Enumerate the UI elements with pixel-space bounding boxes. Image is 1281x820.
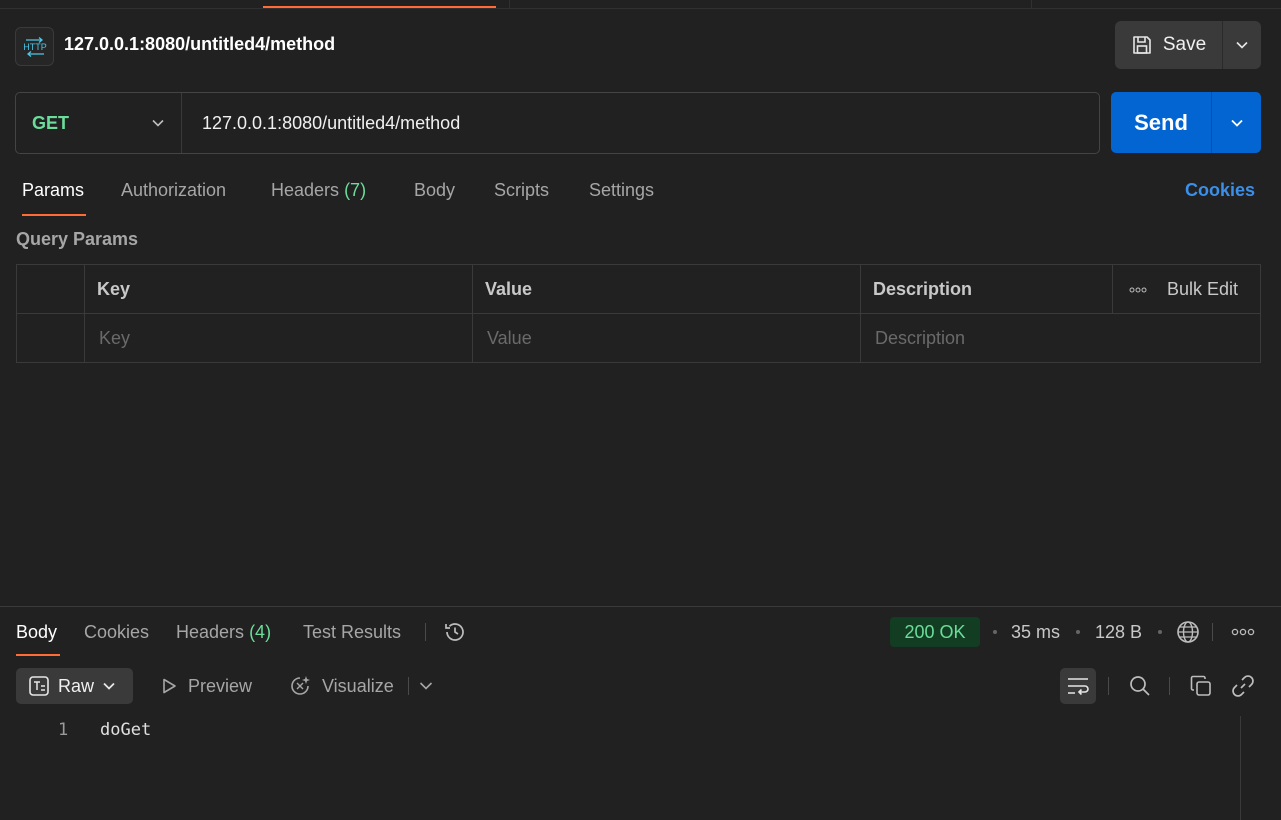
separator-dot bbox=[1158, 630, 1162, 634]
visualize-button[interactable]: Visualize bbox=[288, 668, 394, 704]
response-time[interactable]: 35 ms bbox=[1011, 622, 1060, 643]
response-tab-test-results[interactable]: Test Results bbox=[303, 622, 401, 643]
response-tab-headers-label: Headers bbox=[176, 622, 245, 642]
response-size[interactable]: 128 B bbox=[1095, 622, 1142, 643]
tab-authorization[interactable]: Authorization bbox=[121, 180, 226, 201]
send-options-dropdown[interactable] bbox=[1212, 92, 1261, 153]
cookies-link[interactable]: Cookies bbox=[1185, 180, 1255, 201]
tab-params[interactable]: Params bbox=[22, 180, 84, 201]
http-badge-text: HTTP bbox=[23, 42, 47, 52]
value-input[interactable]: Value bbox=[472, 314, 860, 363]
response-tab-body[interactable]: Body bbox=[16, 622, 57, 643]
tab-separator bbox=[1031, 0, 1032, 9]
visualize-icon bbox=[291, 676, 310, 695]
separator bbox=[1169, 677, 1170, 695]
editor-scrollbar[interactable] bbox=[1240, 716, 1241, 820]
response-tab-headers[interactable]: Headers (4) bbox=[176, 622, 271, 643]
globe-icon[interactable] bbox=[1175, 619, 1201, 645]
response-tabs: Body Cookies Headers (4) Test Results 20… bbox=[0, 607, 1281, 657]
tab-settings[interactable]: Settings bbox=[589, 180, 654, 201]
request-title[interactable]: 127.0.0.1:8080/untitled4/method bbox=[64, 34, 335, 55]
tab-body[interactable]: Body bbox=[414, 180, 455, 201]
line-number: 1 bbox=[58, 720, 69, 740]
http-request-icon: HTTP bbox=[15, 27, 54, 66]
send-button-group: Send bbox=[1111, 92, 1261, 153]
url-input[interactable]: 127.0.0.1:8080/untitled4/method bbox=[182, 113, 1099, 134]
response-body-editor[interactable]: 1 doGet bbox=[0, 716, 1240, 820]
separator bbox=[1212, 623, 1213, 641]
request-tabs: Params Authorization Headers (7) Body Sc… bbox=[0, 172, 1281, 216]
key-input[interactable]: Key bbox=[84, 314, 472, 363]
chevron-down-icon bbox=[1236, 41, 1248, 49]
response-tab-cookies[interactable]: Cookies bbox=[84, 622, 149, 643]
save-icon bbox=[1133, 36, 1151, 54]
column-header-key: Key bbox=[84, 265, 472, 314]
separator bbox=[408, 677, 409, 695]
active-tab-indicator bbox=[263, 6, 496, 8]
chevron-down-icon bbox=[103, 682, 115, 690]
format-select[interactable]: Raw bbox=[16, 668, 133, 704]
wrap-text-icon bbox=[1068, 678, 1089, 696]
active-tab-underline bbox=[16, 654, 60, 656]
request-header: HTTP 127.0.0.1:8080/untitled4/method Sav… bbox=[0, 10, 1281, 80]
preview-button[interactable]: Preview bbox=[160, 668, 252, 704]
copy-button[interactable] bbox=[1183, 668, 1219, 704]
text-format-icon bbox=[29, 676, 49, 696]
separator bbox=[1108, 677, 1109, 695]
more-options-icon[interactable] bbox=[1129, 287, 1147, 293]
method-label: GET bbox=[32, 112, 70, 133]
tab-headers-count: (7) bbox=[344, 180, 367, 200]
column-header-value: Value bbox=[472, 265, 860, 314]
visualize-label: Visualize bbox=[322, 675, 394, 696]
query-params-title: Query Params bbox=[16, 229, 139, 249]
status-badge[interactable]: 200 OK bbox=[890, 617, 980, 647]
tab-scripts[interactable]: Scripts bbox=[494, 180, 549, 201]
description-input[interactable]: Description bbox=[860, 314, 1260, 363]
copy-icon bbox=[1190, 675, 1211, 696]
bulk-edit-area: Bulk Edit bbox=[1112, 265, 1260, 314]
play-icon bbox=[163, 678, 176, 694]
save-button[interactable]: Save bbox=[1115, 21, 1223, 69]
query-params-table: Key Value Description Bulk Edit Key Valu… bbox=[16, 264, 1261, 363]
wrap-lines-button[interactable] bbox=[1060, 668, 1096, 704]
save-button-label: Save bbox=[1162, 34, 1207, 55]
preview-label: Preview bbox=[188, 675, 253, 696]
table-header-row: Key Value Description Bulk Edit bbox=[17, 265, 1260, 314]
url-bar: GET 127.0.0.1:8080/untitled4/method bbox=[15, 92, 1100, 154]
history-icon[interactable] bbox=[442, 619, 468, 645]
code-line: doGet bbox=[100, 720, 152, 740]
send-button[interactable]: Send bbox=[1111, 92, 1212, 153]
method-select[interactable]: GET bbox=[16, 93, 182, 153]
separator-dot bbox=[993, 630, 997, 634]
bulk-edit-button[interactable]: Bulk Edit bbox=[1167, 279, 1238, 300]
chevron-down-icon bbox=[419, 682, 433, 690]
active-tab-underline bbox=[22, 214, 86, 216]
search-icon bbox=[1130, 676, 1150, 696]
response-tab-headers-count: (4) bbox=[249, 622, 272, 642]
chevron-down-icon bbox=[1230, 119, 1243, 127]
tab-separator bbox=[509, 0, 510, 9]
separator bbox=[425, 623, 426, 641]
table-row: Key Value Description bbox=[17, 314, 1260, 363]
separator-dot bbox=[1076, 630, 1080, 634]
response-toolbar: Raw Preview Visualize bbox=[0, 668, 1281, 704]
save-options-dropdown[interactable] bbox=[1223, 21, 1261, 69]
link-icon bbox=[1232, 675, 1254, 697]
search-button[interactable] bbox=[1122, 668, 1158, 704]
tab-headers[interactable]: Headers (7) bbox=[271, 180, 366, 201]
more-options-icon[interactable] bbox=[1231, 628, 1255, 636]
visualize-dropdown[interactable] bbox=[418, 668, 434, 704]
link-button[interactable] bbox=[1225, 668, 1261, 704]
tab-headers-label: Headers bbox=[271, 180, 340, 200]
chevron-down-icon bbox=[152, 119, 164, 127]
column-header-description: Description bbox=[860, 265, 1112, 314]
top-tab-strip bbox=[0, 0, 1281, 9]
format-select-label: Raw bbox=[58, 675, 95, 696]
save-button-group: Save bbox=[1115, 21, 1261, 69]
